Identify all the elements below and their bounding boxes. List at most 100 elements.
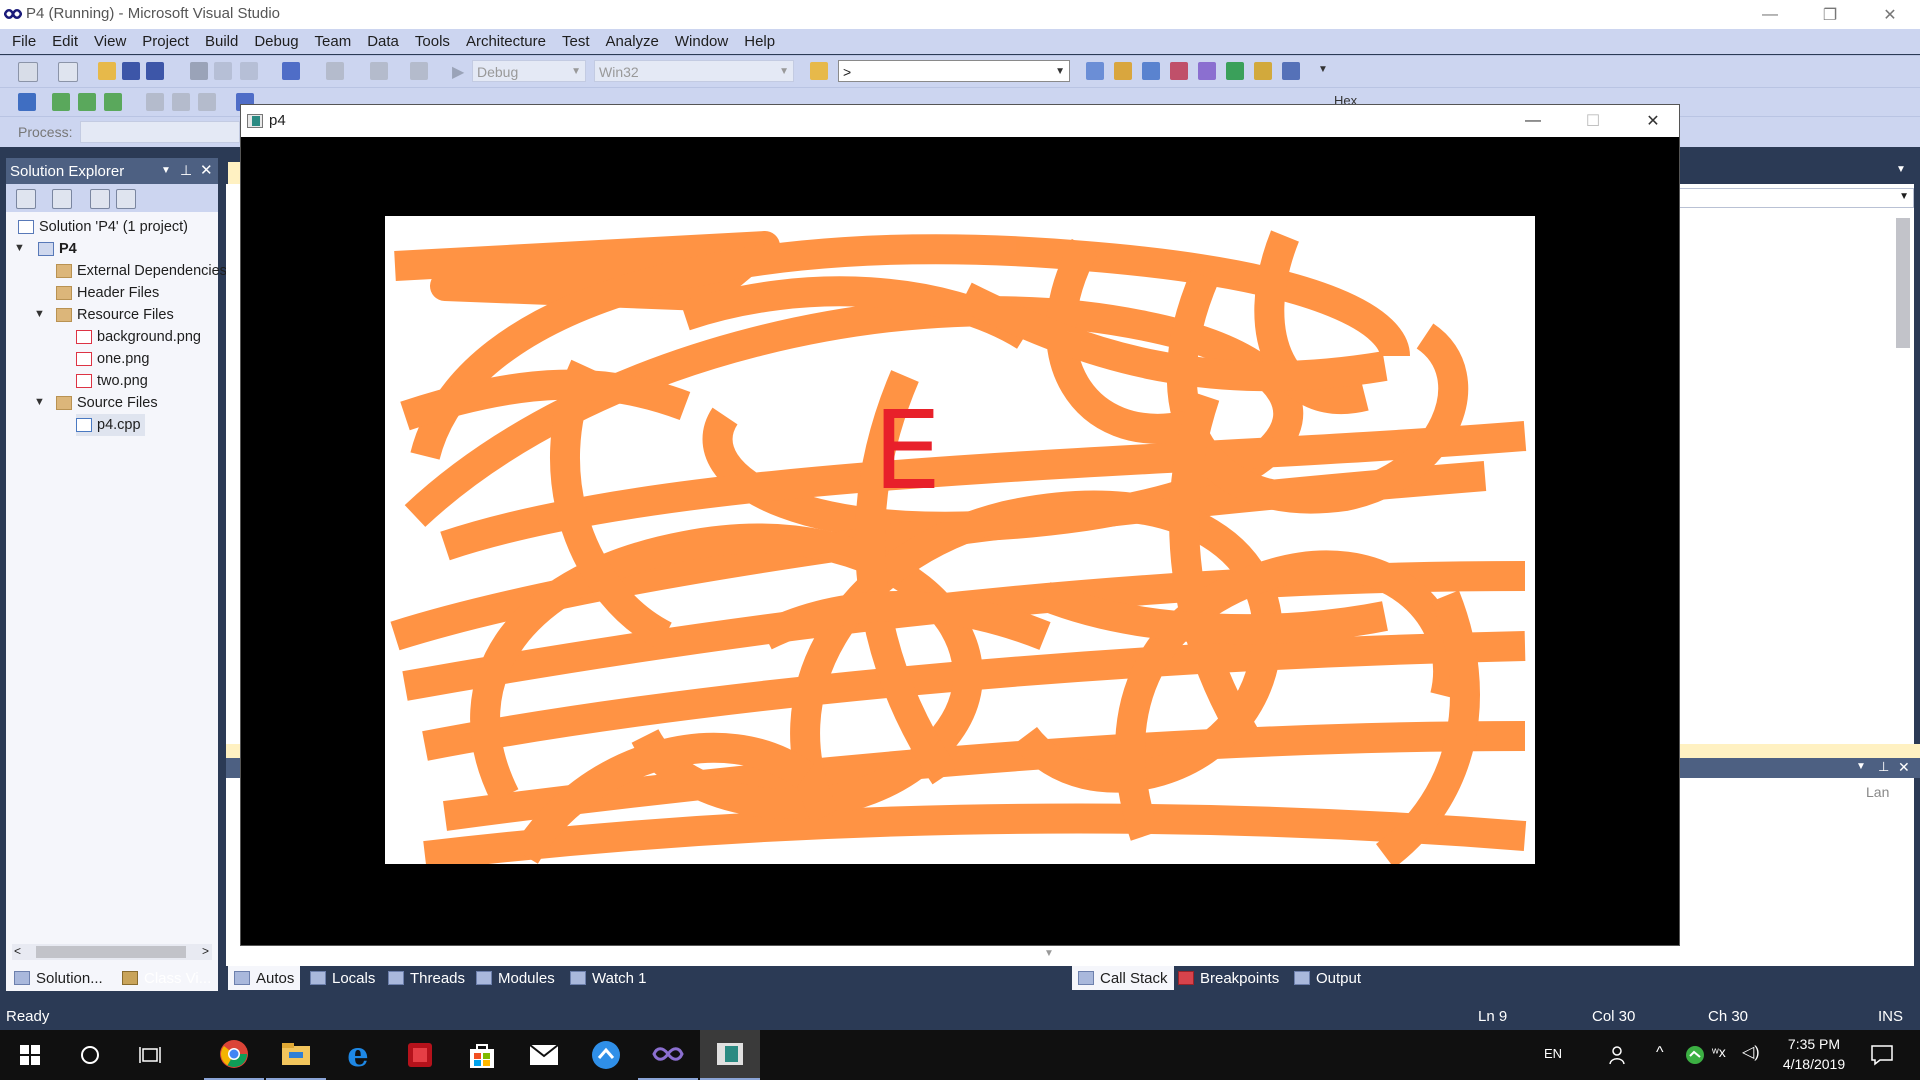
wifi-off-icon[interactable]: ʷx [1712, 1044, 1726, 1060]
taskbar-visual-studio[interactable] [638, 1030, 698, 1080]
menu-file[interactable]: File [4, 33, 44, 50]
new-project-icon[interactable] [18, 62, 38, 82]
show-all-files-icon[interactable] [52, 189, 72, 209]
tree-file-two[interactable]: two.png [76, 370, 148, 392]
tree-header-files[interactable]: Header Files [56, 282, 159, 304]
scrollbar-thumb[interactable] [36, 946, 186, 958]
menu-data[interactable]: Data [359, 33, 407, 50]
process-combo[interactable] [80, 121, 240, 143]
member-combo[interactable]: ▼ [1678, 188, 1914, 208]
task-view-button[interactable] [120, 1030, 180, 1080]
menu-analyze[interactable]: Analyze [598, 33, 667, 50]
chevron-down-icon[interactable]: ▼ [14, 242, 25, 254]
clock[interactable]: 7:35 PM 4/18/2019 [1772, 1034, 1856, 1074]
save-icon[interactable] [122, 62, 140, 80]
menu-tools[interactable]: Tools [407, 33, 458, 50]
people-icon[interactable] [1608, 1044, 1630, 1066]
menu-build[interactable]: Build [197, 33, 246, 50]
attach-icon[interactable] [18, 93, 36, 111]
dropdown-icon[interactable]: ▼ [1856, 761, 1866, 772]
refresh-icon[interactable] [90, 189, 110, 209]
tree-resource-files[interactable]: Resource Files [56, 304, 174, 326]
find-in-files-icon[interactable] [810, 62, 828, 80]
tree-solution[interactable]: Solution 'P4' (1 project) [18, 216, 188, 238]
start-page-icon[interactable] [1226, 62, 1244, 80]
close-icon[interactable]: ✕ [1898, 759, 1910, 776]
taskbar-p4-app[interactable] [700, 1030, 760, 1080]
navigate-back-icon[interactable] [370, 62, 388, 80]
find-combo[interactable]: > ▼ [838, 60, 1070, 82]
tree-source-files[interactable]: Source Files [56, 392, 158, 414]
app-close-button[interactable]: ✕ [1623, 106, 1683, 136]
save-all-icon[interactable] [146, 62, 164, 80]
app-maximize-button[interactable]: ☐ [1563, 106, 1623, 136]
tab-breakpoints[interactable]: Breakpoints [1172, 966, 1285, 990]
pin-icon[interactable]: ⊥ [180, 162, 192, 179]
paste-icon[interactable] [240, 62, 258, 80]
properties-icon[interactable] [16, 189, 36, 209]
view-class-diagram-icon[interactable] [116, 189, 136, 209]
toolbox-icon[interactable] [1170, 62, 1188, 80]
redo-icon[interactable] [326, 62, 344, 80]
restore-button[interactable]: ❐ [1800, 0, 1860, 29]
chevron-down-icon[interactable]: ▼ [1044, 948, 1054, 959]
app-minimize-button[interactable]: — [1503, 106, 1563, 136]
vertical-scrollbar-thumb[interactable] [1896, 218, 1910, 348]
chevron-down-icon[interactable]: ▼ [34, 396, 45, 408]
tab-call-stack[interactable]: Call Stack [1072, 966, 1174, 990]
menu-edit[interactable]: Edit [44, 33, 86, 50]
taskbar-edge[interactable]: e [328, 1030, 388, 1080]
chevron-down-icon[interactable]: ▼ [34, 308, 45, 320]
scroll-right-icon[interactable]: > [202, 944, 209, 958]
navigate-forward-icon[interactable] [410, 62, 428, 80]
tools-icon[interactable] [1198, 62, 1216, 80]
tab-output[interactable]: Output [1288, 966, 1367, 990]
menu-help[interactable]: Help [736, 33, 783, 50]
cut-icon[interactable] [190, 62, 208, 80]
taskbar-chrome[interactable] [204, 1030, 264, 1080]
undo-icon[interactable] [282, 62, 300, 80]
menu-architecture[interactable]: Architecture [458, 33, 554, 50]
taskbar-mail[interactable] [514, 1030, 574, 1080]
open-file-icon[interactable] [98, 62, 116, 80]
network-status-icon[interactable] [1684, 1044, 1706, 1066]
object-browser-icon[interactable] [1142, 62, 1160, 80]
menu-team[interactable]: Team [307, 33, 360, 50]
start-debug-icon[interactable]: ▶ [452, 62, 464, 82]
drawing-canvas[interactable]: E [385, 216, 1535, 864]
solution-explorer-icon[interactable] [1086, 62, 1104, 80]
scroll-left-icon[interactable]: < [14, 944, 21, 958]
menu-debug[interactable]: Debug [246, 33, 306, 50]
tree-project[interactable]: P4 [38, 238, 77, 260]
input-language[interactable]: EN [1544, 1046, 1562, 1061]
pin-icon[interactable]: ⊥ [1878, 759, 1889, 775]
prev-bookmark-icon[interactable] [172, 93, 190, 111]
tab-solution-explorer[interactable]: Solution... [8, 966, 112, 990]
tree-file-background[interactable]: background.png [76, 326, 201, 348]
notification-icon[interactable] [1870, 1044, 1894, 1066]
tab-threads[interactable]: Threads [382, 966, 471, 990]
extension-manager-icon[interactable] [1254, 62, 1272, 80]
tree-file-one[interactable]: one.png [76, 348, 149, 370]
add-item-icon[interactable] [58, 62, 78, 82]
solution-config-combo[interactable]: Debug ▼ [472, 60, 586, 82]
platform-combo[interactable]: Win32 ▼ [594, 60, 794, 82]
menu-view[interactable]: View [86, 33, 134, 50]
menu-project[interactable]: Project [134, 33, 197, 50]
taskbar-app-blue[interactable] [576, 1030, 636, 1080]
tree-external-dependencies[interactable]: External Dependencies [56, 260, 227, 282]
bookmark-icon[interactable] [146, 93, 164, 111]
taskbar-app-red[interactable] [390, 1030, 450, 1080]
tree-file-p4cpp[interactable]: p4.cpp [76, 414, 145, 436]
close-button[interactable]: ✕ [1860, 0, 1920, 29]
command-window-icon[interactable] [1282, 62, 1300, 80]
tab-class-view[interactable]: Class Vi... [116, 966, 216, 990]
dropdown-icon[interactable]: ▼ [161, 165, 171, 176]
horizontal-scrollbar[interactable]: < > [12, 944, 212, 960]
step-out-icon[interactable] [104, 93, 122, 111]
properties-icon[interactable] [1114, 62, 1132, 80]
next-bookmark-icon[interactable] [198, 93, 216, 111]
volume-icon[interactable]: ◁) [1742, 1042, 1760, 1062]
search-button[interactable] [60, 1030, 120, 1080]
chevron-down-icon[interactable]: ▼ [1896, 164, 1906, 175]
